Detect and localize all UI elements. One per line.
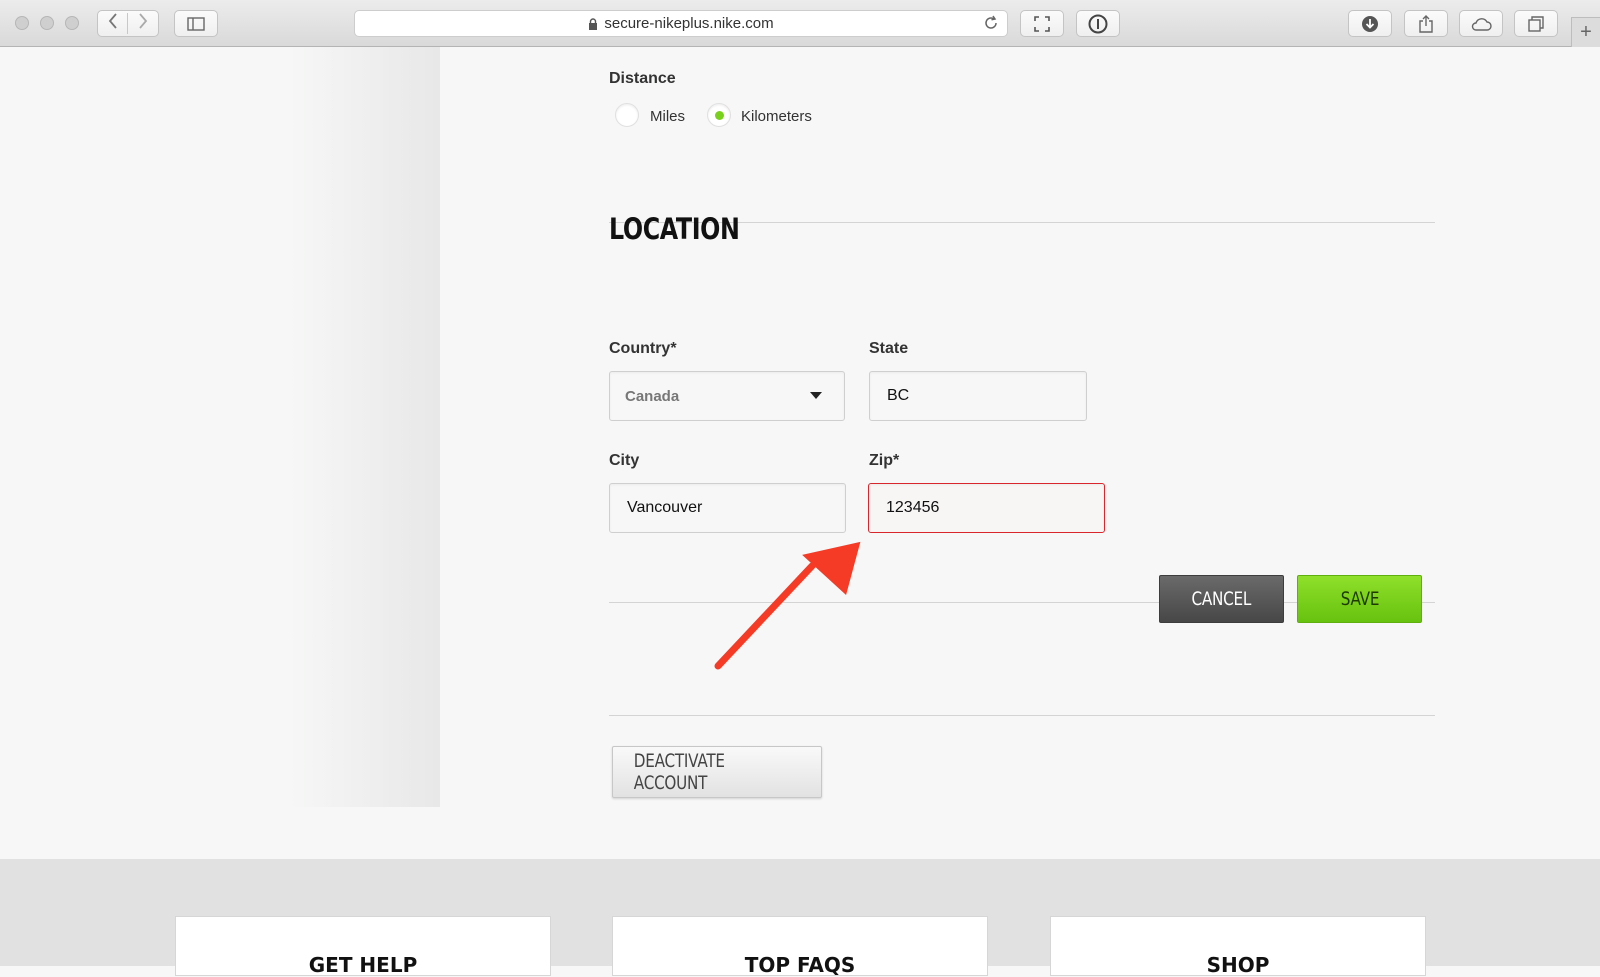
cloud-icon (1471, 17, 1492, 31)
info-circle-icon (1088, 14, 1108, 33)
forward-icon[interactable] (128, 13, 158, 34)
footer-card-title: SHOP (1206, 953, 1270, 977)
lock-icon (589, 17, 598, 30)
divider (609, 715, 1435, 716)
sidebar-shadow (290, 47, 440, 807)
sidebar-toggle-button[interactable] (174, 10, 218, 37)
footer: GET HELP TOP FAQS SHOP (0, 859, 1600, 977)
caret-down-icon (810, 392, 822, 399)
save-button[interactable]: SAVE (1297, 575, 1422, 623)
browser-toolbar: secure-nikeplus.nike.com + (0, 0, 1600, 47)
save-label: SAVE (1340, 588, 1379, 610)
radio-kilometers[interactable] (707, 103, 731, 127)
country-select[interactable]: Canada (609, 371, 845, 421)
plus-icon: + (1580, 21, 1592, 43)
footer-card-shop[interactable]: SHOP (1050, 916, 1426, 977)
zip-label: Zip* (869, 452, 900, 469)
deactivate-label: DEACTIVATE ACCOUNT (633, 750, 725, 794)
radio-miles-label[interactable]: Miles (650, 108, 685, 125)
footer-card-top-faqs[interactable]: TOP FAQS (612, 916, 988, 977)
page-body (0, 47, 1600, 859)
close-window-dot[interactable] (15, 16, 29, 30)
annotation-arrow-icon (714, 541, 861, 670)
back-forward-group (97, 10, 159, 37)
tabs-overview-button[interactable] (1514, 10, 1558, 37)
cancel-button[interactable]: CANCEL (1159, 575, 1284, 623)
reload-icon[interactable] (983, 14, 999, 36)
state-value: BC (887, 387, 910, 404)
footer-card-get-help[interactable]: GET HELP (175, 916, 551, 977)
deactivate-account-button[interactable]: DEACTIVATE ACCOUNT (612, 746, 822, 798)
share-icon (1419, 14, 1433, 33)
city-label: City (609, 452, 640, 469)
reader-expand-button[interactable] (1020, 10, 1064, 37)
country-value: Canada (625, 387, 680, 405)
section-title-location: LOCATION (609, 212, 740, 246)
back-icon[interactable] (98, 13, 128, 34)
footer-card-title: TOP FAQS (744, 953, 856, 977)
sidebar-icon (187, 16, 205, 31)
address-bar[interactable]: secure-nikeplus.nike.com (354, 10, 1008, 37)
password-manager-button[interactable] (1076, 10, 1120, 37)
minimize-window-dot[interactable] (40, 16, 54, 30)
tabs-icon (1528, 15, 1544, 32)
url-text: secure-nikeplus.nike.com (604, 15, 774, 32)
radio-kilometers-label[interactable]: Kilometers (741, 108, 812, 125)
download-icon (1362, 15, 1378, 32)
distance-label: Distance (609, 70, 676, 87)
country-label: Country* (609, 340, 677, 357)
state-input[interactable]: BC (869, 371, 1087, 421)
footer-card-title: GET HELP (308, 953, 418, 977)
city-value: Vancouver (627, 499, 703, 516)
share-button[interactable] (1404, 10, 1448, 37)
zip-input[interactable]: 123456 (868, 483, 1105, 533)
icloud-tabs-button[interactable] (1459, 10, 1503, 37)
expand-icon (1034, 15, 1050, 32)
downloads-button[interactable] (1348, 10, 1392, 37)
new-tab-button[interactable]: + (1571, 17, 1600, 47)
state-label: State (869, 340, 909, 357)
zoom-window-dot[interactable] (65, 16, 79, 30)
radio-miles[interactable] (615, 103, 639, 127)
zip-value: 123456 (886, 499, 940, 516)
cancel-label: CANCEL (1191, 588, 1252, 610)
